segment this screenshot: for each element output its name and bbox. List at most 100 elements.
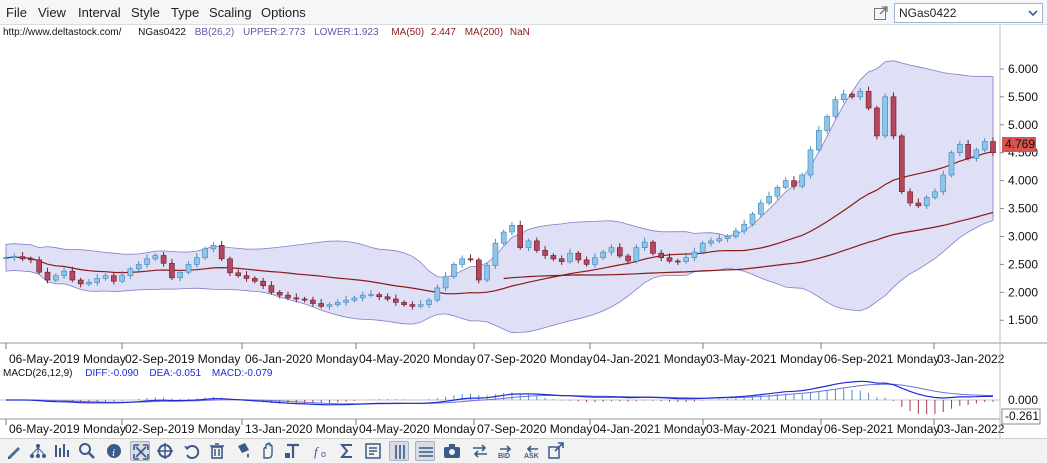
candle-up: [815, 130, 822, 151]
candle-up: [509, 225, 515, 233]
candle-down: [301, 298, 308, 301]
symbol-select[interactable]: NGas0422: [894, 3, 1043, 23]
candle-down: [625, 255, 631, 262]
candle-up: [343, 299, 349, 303]
hand-button[interactable]: [258, 441, 278, 461]
ask-button[interactable]: ASK: [522, 441, 542, 461]
candle-down: [550, 255, 557, 260]
candle-down: [160, 255, 167, 264]
chevron-down-icon[interactable]: [1024, 4, 1042, 22]
candle-up: [127, 268, 134, 276]
candle-up: [824, 116, 830, 131]
menu-scaling[interactable]: Scaling: [209, 5, 252, 20]
candle-down: [965, 144, 971, 159]
candle-down: [558, 258, 565, 262]
candle-down: [169, 263, 175, 279]
candle-up: [733, 230, 739, 237]
candle-down: [658, 252, 665, 258]
candle-up: [932, 191, 938, 198]
candle-down: [392, 298, 399, 303]
ask-label: ASK: [524, 453, 539, 460]
sum-button[interactable]: [337, 441, 357, 461]
candle-down: [890, 96, 897, 137]
macd-x-tick-label: 13-Jan-2020 Monday: [245, 422, 358, 436]
candle-up: [716, 238, 723, 242]
pencil-button[interactable]: [4, 441, 24, 461]
candle-up: [708, 240, 714, 244]
menu-options[interactable]: Options: [261, 5, 306, 20]
menu-interval[interactable]: Interval: [78, 5, 121, 20]
macd-x-tick-label: 07-Sep-2020 Monday: [477, 422, 592, 436]
menu-type[interactable]: Type: [171, 5, 199, 20]
y-tick-label: 2.000: [1008, 285, 1038, 299]
candle-up: [757, 202, 764, 215]
fit-button[interactable]: [130, 441, 150, 461]
camera-button[interactable]: [442, 441, 462, 461]
bar-chart-button[interactable]: [52, 441, 72, 461]
scroll-button[interactable]: [470, 441, 490, 461]
candle-up: [683, 257, 689, 262]
candle-up: [807, 149, 814, 176]
camera-icon: [444, 444, 460, 458]
candle-down: [990, 141, 996, 153]
tree-icon: [30, 444, 46, 458]
text-button[interactable]: [283, 441, 303, 461]
price-y-axis: 1.5002.0002.5003.0003.5004.0004.5005.000…: [1000, 62, 1038, 407]
zoom-button[interactable]: [77, 441, 97, 461]
function-button[interactable]: fo: [311, 441, 331, 461]
crosshair-button[interactable]: [155, 441, 175, 461]
candle-down: [252, 278, 258, 282]
info-symbol: NGas0422: [138, 27, 186, 38]
menu-file[interactable]: File: [6, 5, 27, 20]
menu-view[interactable]: View: [38, 5, 66, 20]
x-tick-label: 03-May-2021 Monday: [706, 352, 823, 366]
properties-button[interactable]: [363, 441, 383, 461]
delete-icon: [210, 443, 224, 459]
info-lower: LOWER:1.923: [314, 27, 379, 38]
function-icon: fo: [314, 444, 326, 459]
candle-down: [19, 256, 26, 260]
candle-down: [276, 291, 283, 296]
price-x-axis: 06-May-2019 Monday 02-Sep-2019 Monday 06-J…: [5, 343, 1005, 366]
candle-up: [434, 287, 441, 301]
paint-button[interactable]: [233, 441, 253, 461]
candle-up: [492, 242, 499, 266]
candle-up: [368, 294, 374, 296]
popout-button[interactable]: [546, 441, 566, 461]
bid-button[interactable]: BID: [496, 441, 516, 461]
candle-up: [799, 174, 806, 187]
candle-down: [69, 270, 76, 281]
candle-up: [832, 99, 839, 117]
maximize-icon[interactable]: [873, 5, 889, 21]
hand-icon: [263, 442, 273, 459]
x-tick-label: 06-Jan-2020 Monday: [245, 352, 358, 366]
price-plot[interactable]: [3, 60, 996, 334]
candle-down: [111, 275, 117, 282]
candle-up: [426, 299, 432, 305]
macd-y-tick-label: 0.000: [1008, 393, 1038, 407]
x-tick-label: 02-Sep-2019 Monday: [125, 352, 240, 366]
info-icon: i: [107, 444, 121, 459]
candle-down: [384, 296, 391, 300]
menu-style[interactable]: Style: [131, 5, 160, 20]
info-ma50-value: 2.447: [431, 27, 456, 38]
y-tick-label: 6.000: [1008, 62, 1038, 76]
fit-icon: [133, 444, 149, 460]
candle-down: [285, 294, 291, 299]
tree-button[interactable]: [28, 441, 48, 461]
candle-up: [119, 275, 125, 282]
candle-down: [517, 225, 524, 248]
candle-up: [782, 180, 789, 188]
macd-plot[interactable]: [0, 380, 1000, 415]
info-button[interactable]: i: [104, 441, 124, 461]
lines-button[interactable]: [415, 441, 435, 461]
macd-label: MACD(26,12,9): [3, 368, 72, 379]
lines-icon: [419, 447, 433, 457]
undo-button[interactable]: [181, 441, 201, 461]
menu-bar: File View Interval Style Type Scaling Op…: [0, 0, 1047, 25]
chart-canvas[interactable]: http://www.deltastock.com/ NGas0422 BB(2…: [0, 25, 1047, 438]
delete-button[interactable]: [207, 441, 227, 461]
bars-button[interactable]: [389, 441, 409, 461]
candle-up: [567, 252, 573, 262]
candle-up: [144, 258, 150, 265]
